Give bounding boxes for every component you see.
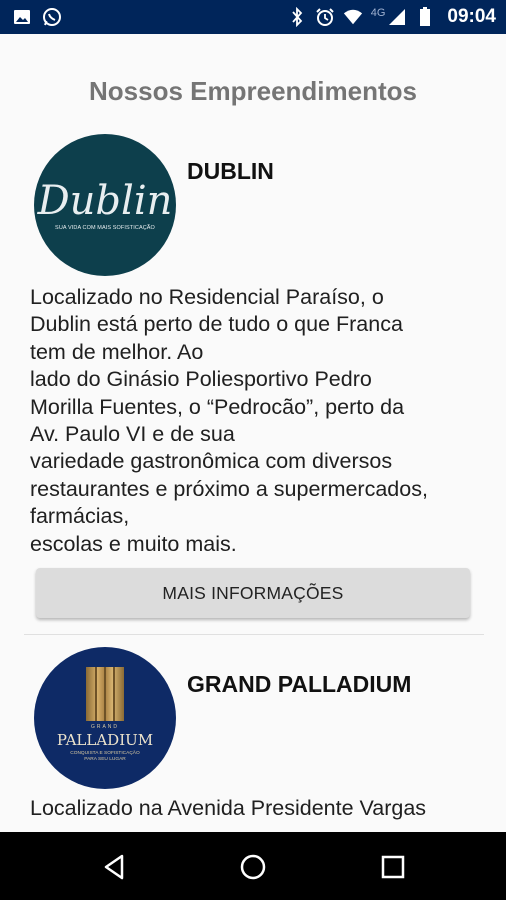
status-bar: 4G 09:04 [0,0,506,34]
logo-columns [86,667,124,721]
clock: 09:04 [447,6,496,27]
logo-wordmark: Dublin [37,178,173,224]
more-info-button[interactable]: MAIS INFORMAÇÕES [36,568,470,618]
image-icon [12,7,32,27]
logo-wordmark: PALLADIUM [56,731,154,749]
project-name: GRAND PALLADIUM [187,671,412,697]
logo-small-text: GRAND [90,724,120,730]
content-area[interactable]: Nossos Empreendimentos Dublin SUA VIDA C… [0,34,506,832]
network-type: 4G [370,7,386,19]
recents-icon[interactable] [373,847,413,887]
logo-tagline: SUA VIDA COM MAIS SOFISTICAÇÃO [55,225,155,231]
battery-icon [415,7,435,27]
alarm-icon [315,7,335,27]
navigation-bar [0,832,506,900]
back-icon[interactable] [94,847,134,887]
card-divider [24,634,484,635]
dublin-logo[interactable]: Dublin SUA VIDA COM MAIS SOFISTICAÇÃO [34,134,176,276]
whatsapp-icon [42,7,62,27]
page-title: Nossos Empreendimentos [89,76,417,106]
home-icon[interactable] [233,847,273,887]
grand-palladium-logo[interactable]: GRAND PALLADIUM CONQUISTA E SOFISTICAÇÃO… [34,647,176,789]
logo-tagline: CONQUISTA E SOFISTICAÇÃO PARA SEU LUGAR [70,751,140,762]
cell-signal-icon [387,7,407,27]
project-name: DUBLIN [187,158,274,184]
bluetooth-icon [287,7,307,27]
project-description: Localizado na Avenida Presidente Vargas [30,796,427,820]
project-description: Localizado no Residencial Paraíso, o Dub… [30,285,428,556]
wifi-icon [343,7,363,27]
